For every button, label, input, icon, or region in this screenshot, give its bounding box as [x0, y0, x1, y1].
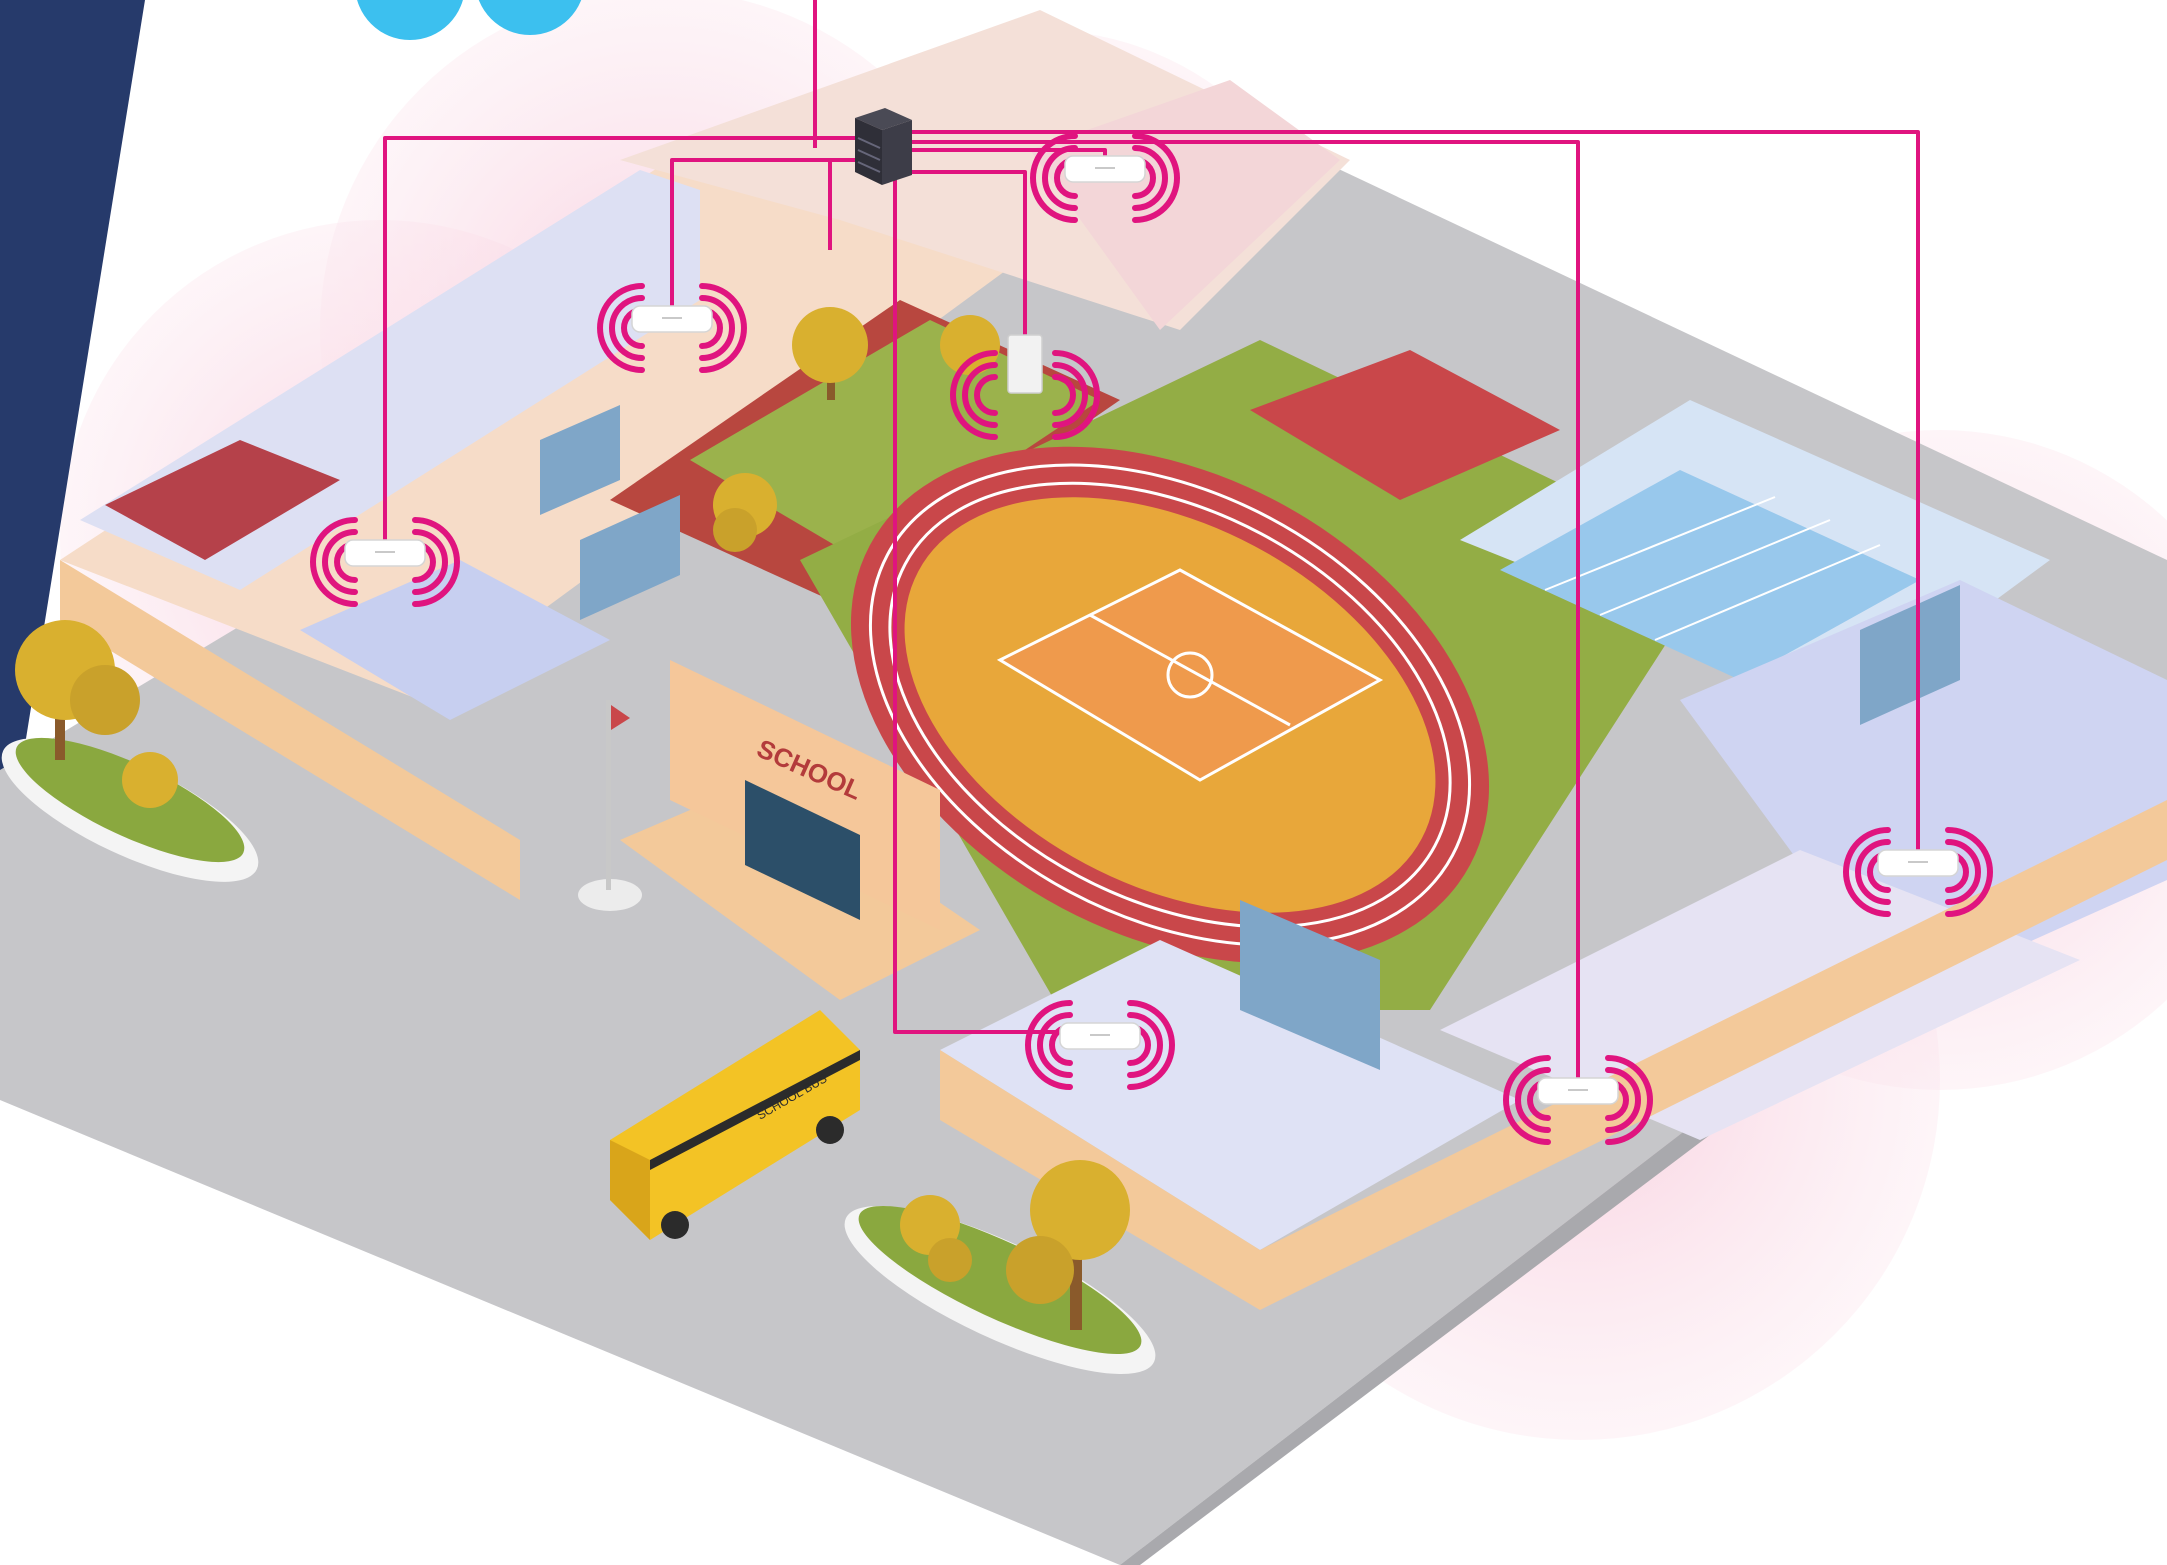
tree-icon — [122, 752, 178, 808]
logo-circle-left — [357, 0, 463, 40]
school-network-diagram: SCHOOL SCHOOL BUS — [0, 0, 2167, 1565]
access-point-body — [1007, 334, 1043, 394]
server-rack-icon — [855, 108, 912, 185]
